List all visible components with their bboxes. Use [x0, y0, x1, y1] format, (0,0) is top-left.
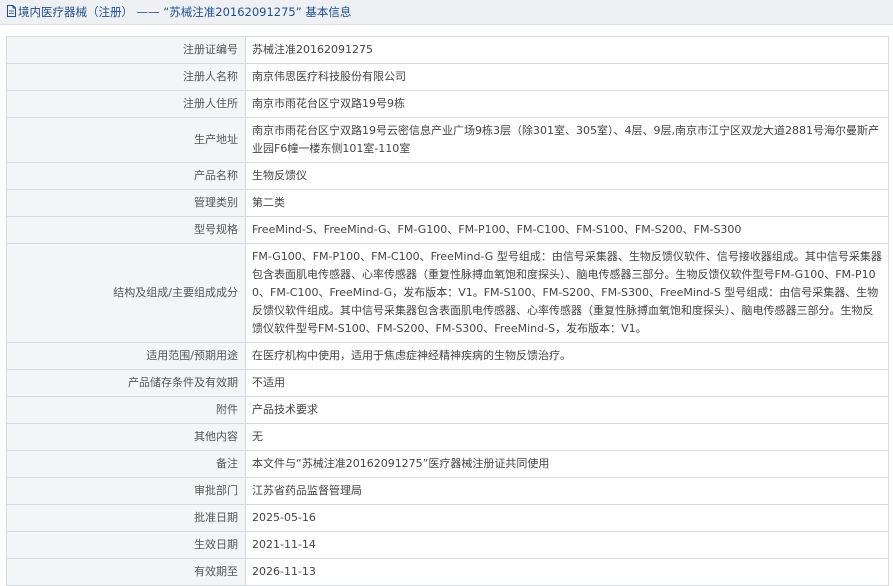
field-value: 产品技术要求 [245, 396, 889, 424]
table-row: 注册证编号 苏械注准20162091275 [6, 37, 889, 64]
field-label: 产品名称 [6, 162, 246, 190]
field-value: 2021-11-14 [245, 531, 889, 559]
table-row: 备注 本文件与“苏械注准20162091275”医疗器械注册证共同使用 [6, 450, 889, 478]
field-label: 注册证编号 [6, 37, 246, 64]
field-label: 产品储存条件及有效期 [6, 369, 246, 397]
field-label: 有效期至 [6, 558, 246, 586]
field-value: 苏械注准20162091275 [245, 37, 889, 64]
field-label: 适用范围/预期用途 [6, 342, 246, 370]
field-label: 结构及组成/主要组成成分 [6, 243, 246, 343]
field-value: 南京市雨花台区宁双路19号9栋 [245, 90, 889, 118]
field-label: 备注 [6, 450, 246, 478]
field-label: 管理类别 [6, 189, 246, 217]
field-label: 注册人住所 [6, 90, 246, 118]
info-table-wrapper: 注册证编号 苏械注准20162091275 注册人名称 南京伟思医疗科技股份有限公司注… [6, 36, 889, 586]
field-value: 无 [245, 423, 889, 451]
info-table: 注册证编号 苏械注准20162091275 注册人名称 南京伟思医疗科技股份有限公司注… [6, 37, 889, 586]
page-header: 境内医疗器械（注册） —— “苏械注准20162091275” 基本信息 [0, 0, 893, 25]
table-row: 型号规格 FreeMind-S、FreeMind-G、FM-G100、FM-P10… [6, 216, 889, 244]
table-row: 结构及组成/主要组成成分 FM-G100、FM-P100、FM-C100、Free… [6, 243, 889, 343]
field-value: FreeMind-S、FreeMind-G、FM-G100、FM-P100、FM… [245, 216, 889, 244]
field-label: 其他内容 [6, 423, 246, 451]
field-label: 型号规格 [6, 216, 246, 244]
field-label: 生效日期 [6, 531, 246, 559]
table-row: 审批部门 江苏省药品监督管理局 [6, 477, 889, 505]
field-label: 附件 [6, 396, 246, 424]
field-value: 不适用 [245, 369, 889, 397]
field-value: 本文件与“苏械注准20162091275”医疗器械注册证共同使用 [245, 450, 889, 478]
table-row: 生产地址 南京市雨花台区宁双路19号云密信息产业广场9栋3层（除301室、305室… [6, 117, 889, 163]
table-row: 产品储存条件及有效期 不适用 [6, 369, 889, 397]
field-value: 在医疗机构中使用，适用于焦虑症神经精神疾病的生物反馈治疗。 [245, 342, 889, 370]
field-value: 2025-05-16 [245, 504, 889, 532]
page-title: 境内医疗器械（注册） —— “苏械注准20162091275” 基本信息 [18, 5, 352, 19]
field-value: 南京市雨花台区宁双路19号云密信息产业广场9栋3层（除301室、305室）、4层… [245, 117, 889, 163]
table-row: 注册人名称 南京伟思医疗科技股份有限公司 [6, 63, 889, 91]
field-label: 生产地址 [6, 117, 246, 163]
document-icon [6, 1, 17, 25]
table-row: 管理类别 第二类 [6, 189, 889, 217]
field-label: 审批部门 [6, 477, 246, 505]
table-row: 有效期至 2026-11-13 [6, 558, 889, 586]
field-value: 第二类 [245, 189, 889, 217]
field-value: 生物反馈仪 [245, 162, 889, 190]
field-label: 注册人名称 [6, 63, 246, 91]
field-value: 江苏省药品监督管理局 [245, 477, 889, 505]
table-row: 附件 产品技术要求 [6, 396, 889, 424]
table-row: 适用范围/预期用途 在医疗机构中使用，适用于焦虑症神经精神疾病的生物反馈治疗。 [6, 342, 889, 370]
field-value: FM-G100、FM-P100、FM-C100、FreeMind-G 型号组成：… [245, 243, 889, 343]
field-value: 2026-11-13 [245, 558, 889, 586]
table-row: 批准日期 2025-05-16 [6, 504, 889, 532]
field-label: 批准日期 [6, 504, 246, 532]
table-row: 注册人住所 南京市雨花台区宁双路19号9栋 [6, 90, 889, 118]
table-row: 产品名称 生物反馈仪 [6, 162, 889, 190]
table-row: 其他内容无 [6, 423, 889, 451]
table-row: 生效日期 2021-11-14 [6, 531, 889, 559]
field-value: 南京伟思医疗科技股份有限公司 [245, 63, 889, 91]
